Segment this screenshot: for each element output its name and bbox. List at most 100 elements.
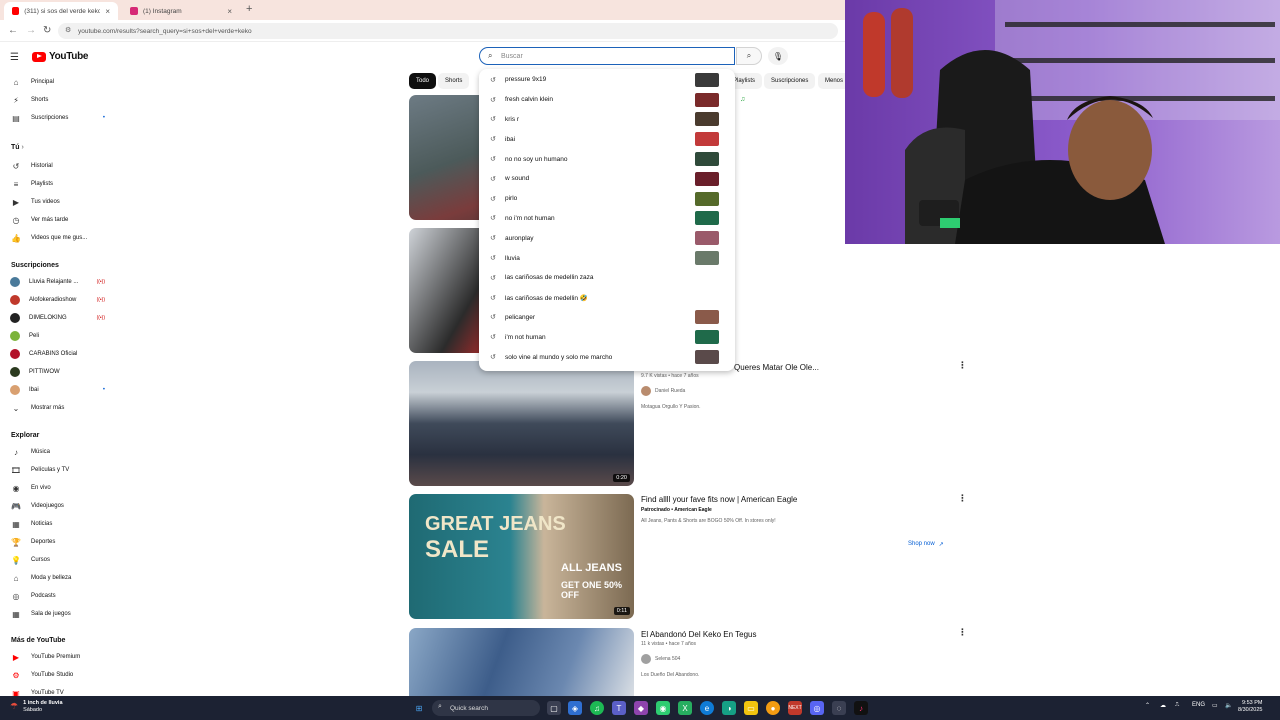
windows-start-icon[interactable]: ⊞ <box>412 701 426 715</box>
chrome-icon[interactable]: ● <box>766 701 780 715</box>
video-thumbnail[interactable]: 0:20 <box>409 361 634 486</box>
browser-tab-youtube[interactable]: (311) si sos del verde keko - Yo × <box>4 2 118 20</box>
app-icon[interactable]: ◌ <box>832 701 846 715</box>
channel-link[interactable]: Daniel Rueda <box>641 386 685 396</box>
sidebar-item-history[interactable]: ↺ Historial <box>10 159 105 173</box>
suggestion-item[interactable]: ↺ fresh calvin klein <box>479 90 735 110</box>
more-options-icon[interactable]: ⋮ <box>958 627 967 638</box>
sidebar-item-fashion[interactable]: ⌂ Moda y belleza <box>10 571 105 585</box>
suggestion-item[interactable]: ↺ las cariñosas de medellin zaza <box>479 268 735 288</box>
close-tab-icon[interactable]: × <box>227 7 232 16</box>
volume-icon[interactable]: 🔈 <box>1225 702 1232 709</box>
sidebar-item-home[interactable]: ⌂ Principal <box>10 75 105 89</box>
sidebar-item-shorts[interactable]: ⚡ Shorts <box>10 93 105 107</box>
sidebar-sub-carabin3[interactable]: CARABIN3 Oficial <box>10 347 105 361</box>
suggestion-item[interactable]: ↺ i'm not human <box>479 327 735 347</box>
weather-widget[interactable]: ☂ 1 inch de lluvia Sábado <box>10 700 63 714</box>
reload-icon[interactable]: ↻ <box>43 25 51 36</box>
site-info-icon[interactable]: ⚙ <box>65 26 71 34</box>
new-tab-button[interactable]: + <box>246 3 252 15</box>
browser-tab-instagram[interactable]: (1) Instagram × <box>122 2 240 20</box>
forward-arrow-icon[interactable]: → <box>26 25 36 36</box>
suggestion-item[interactable]: ↺ las cariñosas de medellin 🤣 <box>479 288 735 308</box>
suggestion-item[interactable]: ↺ w sound <box>479 169 735 189</box>
shop-now-button[interactable]: Shop now ↗ <box>902 537 950 551</box>
you-heading[interactable]: Tú › <box>11 144 24 151</box>
sidebar-item-subscriptions[interactable]: ▤ Suscripciones • <box>10 111 105 125</box>
suggestion-item[interactable]: ↺ solo vine al mundo y solo me marcho <box>479 347 735 367</box>
copilot-icon[interactable]: ◈ <box>568 701 582 715</box>
sidebar-sub-lluvia[interactable]: Lluvia Relajante ... ((•)) <box>10 275 105 289</box>
usb-icon[interactable]: ⎍ <box>1175 702 1179 709</box>
xbox-icon[interactable]: X <box>678 701 692 715</box>
app-icon[interactable]: ◆ <box>634 701 648 715</box>
sidebar-item-gaming[interactable]: 🎮 Videojuegos <box>10 499 105 513</box>
teams-icon[interactable]: T <box>612 701 626 715</box>
ad-title[interactable]: Find allll your fave fits now | American… <box>641 495 797 504</box>
system-clock[interactable]: 9:53 PM 8/30/2025 <box>1238 700 1262 714</box>
chip-shorts[interactable]: Shorts <box>438 73 470 89</box>
chip-all[interactable]: Todo <box>409 73 437 89</box>
more-options-icon[interactable]: ⋮ <box>958 360 967 371</box>
task-view-icon[interactable]: ▢ <box>547 701 561 715</box>
sidebar-sub-peli[interactable]: Peli <box>10 329 105 343</box>
sidebar-item-movies[interactable]: 🎞 Películas y TV <box>10 463 105 477</box>
search-button[interactable]: ⌕ <box>736 47 762 65</box>
spotify-icon[interactable]: ♫ <box>590 701 604 715</box>
video-title[interactable]: Queres Matar Ole Ole... <box>734 363 819 372</box>
sidebar-item-music[interactable]: ♪ Música <box>10 445 105 459</box>
sidebar-item-playlists[interactable]: ≡ Playlists <box>10 177 105 191</box>
edge-icon[interactable]: e <box>700 701 714 715</box>
video-thumbnail[interactable] <box>409 628 634 696</box>
suggestion-item[interactable]: ↺ pirlo <box>479 189 735 209</box>
url-field[interactable]: ⚙ youtube.com/results?search_query=si+so… <box>58 23 838 39</box>
app-icon[interactable]: NEXT <box>788 701 802 715</box>
sidebar-item-playables[interactable]: ▦ Sala de juegos <box>10 607 105 621</box>
sidebar-sub-alofoke[interactable]: Alofokeradioshow ((•)) <box>10 293 105 307</box>
search-input[interactable]: ⌕ Buscar <box>479 47 735 65</box>
suggestion-item[interactable]: ↺ kris r <box>479 110 735 130</box>
channel-link[interactable]: Selena 504 <box>641 654 680 664</box>
more-options-icon[interactable]: ⋮ <box>958 493 967 504</box>
sidebar-sub-dimeloking[interactable]: DIMELOKING ((•)) <box>10 311 105 325</box>
app-icon[interactable]: ◑ <box>722 701 736 715</box>
sidebar-item-studio[interactable]: ⚙ YouTube Studio <box>10 668 105 682</box>
sidebar-item-news[interactable]: ▦ Noticias <box>10 517 105 531</box>
cloud-icon[interactable]: ☁ <box>1160 702 1166 709</box>
voice-search-button[interactable]: 🎙 <box>768 47 788 65</box>
sidebar-sub-pittiwow[interactable]: PITTIWOW <box>10 365 105 379</box>
suggestion-item[interactable]: ↺ no no soy un humano <box>479 149 735 169</box>
sidebar-item-podcasts[interactable]: ◎ Podcasts <box>10 589 105 603</box>
taskbar-search-box[interactable]: ⌕ Quick search <box>432 700 540 716</box>
tiktok-icon[interactable]: ♪ <box>854 701 868 715</box>
app-icon[interactable]: ◉ <box>656 701 670 715</box>
suggestion-item[interactable]: ↺ ibai <box>479 129 735 149</box>
video-title[interactable]: El Abandonó Del Keko En Tegus <box>641 630 757 639</box>
suggestion-item[interactable]: ↺ pelicanger <box>479 308 735 328</box>
chevron-up-icon[interactable]: ⌃ <box>1145 702 1150 709</box>
sidebar-item-your-videos[interactable]: ▶ Tus videos <box>10 195 105 209</box>
close-tab-icon[interactable]: × <box>105 7 110 16</box>
chip-subscriptions[interactable]: Suscripciones <box>764 73 816 89</box>
suggestion-item[interactable]: ↺ auronplay <box>479 228 735 248</box>
suggestion-item[interactable]: ↺ lluvia <box>479 248 735 268</box>
sidebar-item-watch-later[interactable]: ◷ Ver más tarde <box>10 213 105 227</box>
back-arrow-icon[interactable]: ← <box>8 25 18 36</box>
show-more-button[interactable]: ⌄ Mostrar más <box>10 401 105 415</box>
discord-icon[interactable]: ◎ <box>810 701 824 715</box>
suggestion-item[interactable]: ↺ pressure 9x19 <box>479 70 735 90</box>
history-icon: ↺ <box>490 195 496 203</box>
sidebar-item-liked-videos[interactable]: 👍 Videos que me gus... <box>10 231 105 245</box>
sidebar-item-live[interactable]: ◉ En vivo <box>10 481 105 495</box>
display-icon[interactable]: ▭ <box>1212 702 1218 709</box>
sidebar-item-sports[interactable]: 🏆 Deportes <box>10 535 105 549</box>
ad-thumbnail[interactable]: GREAT JEANS SALE ALL JEANS GET ONE 50% O… <box>409 494 634 619</box>
suggestion-item[interactable]: ↺ no i'm not human <box>479 209 735 229</box>
language-indicator[interactable]: ENG <box>1192 702 1205 708</box>
menu-hamburger-icon[interactable]: ☰ <box>10 52 19 63</box>
sidebar-item-premium[interactable]: ▶ YouTube Premium <box>10 650 105 664</box>
youtube-logo[interactable]: YouTube <box>32 51 89 62</box>
sidebar-item-courses[interactable]: 💡 Cursos <box>10 553 105 567</box>
sidebar-sub-ibai[interactable]: Ibai • <box>10 383 105 397</box>
file-explorer-icon[interactable]: ▭ <box>744 701 758 715</box>
